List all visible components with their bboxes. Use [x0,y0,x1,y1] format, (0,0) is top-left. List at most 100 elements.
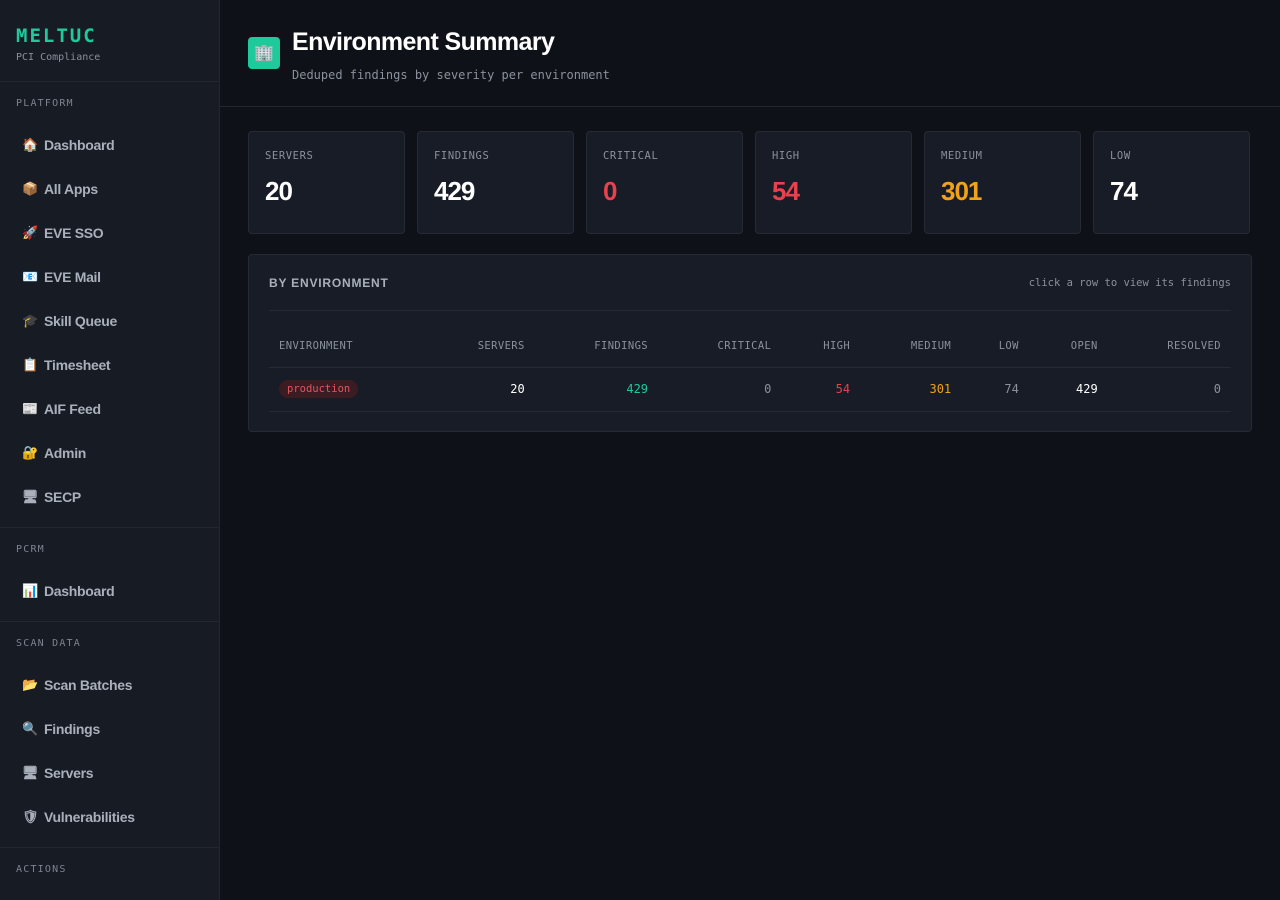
stat-value: 429 [434,176,475,206]
lock-key-icon: 🔐 [22,445,38,460]
cell-findings: 429 [534,367,659,412]
cell-open: 429 [1028,367,1108,412]
sidebar-item-label: Servers [44,765,94,781]
folder-icon: 📂 [22,677,38,692]
sidebar-item-timesheet[interactable]: 📋 Timesheet [0,343,219,387]
sidebar-item-aif-feed[interactable]: 📰 AIF Feed [0,387,219,431]
nav-section-actions: ACTIONS 👥Assignment [0,848,219,900]
stat-card-high: HIGH 54 [755,131,912,234]
table-row[interactable]: production 20 429 0 54 301 74 429 0 [269,367,1231,412]
sidebar-item-eve-mail[interactable]: 📧 EVE Mail [0,255,219,299]
col-critical[interactable]: CRITICAL [658,326,782,368]
col-servers[interactable]: SERVERS [410,326,535,368]
stat-card-critical: CRITICAL 0 [586,131,743,234]
col-environment[interactable]: ENVIRONMENT [269,326,411,368]
stat-label: HIGH [772,150,800,162]
stat-label: MEDIUM [941,150,983,162]
cell-environment: production [269,367,411,412]
brand: MELTUC PCI Compliance [0,0,219,82]
sidebar: MELTUC PCI Compliance PLATFORM 🏠 Dashboard… [0,0,220,900]
clipboard-icon: 📋 [22,357,38,372]
sidebar-item-secp[interactable]: 🖥 SECP [0,475,219,519]
col-high[interactable]: HIGH [781,326,861,368]
stat-value: 301 [941,176,982,206]
sidebar-item-vulnerabilities[interactable]: 🛡 Vulnerabilities [0,795,219,839]
main-content: 🏢 Environment Summary Deduped findings b… [220,0,1280,900]
cell-critical: 0 [658,367,782,412]
newspaper-icon: 📰 [22,401,38,416]
sidebar-item-label: Admin [44,445,87,461]
mail-icon: 📧 [22,269,38,284]
nav-section-heading: PLATFORM [16,98,74,109]
panel-hint: click a row to view its findings [1028,276,1231,289]
sidebar-item-admin[interactable]: 🔐 Admin [0,431,219,475]
sidebar-item-label: Skill Queue [44,313,117,329]
cell-low: 74 [961,367,1029,412]
stat-card-low: LOW 74 [1093,131,1250,234]
stat-label: FINDINGS [434,150,490,162]
stat-card-servers: SERVERS 20 [248,131,405,234]
stat-card-findings: FINDINGS 429 [417,131,574,234]
col-medium[interactable]: MEDIUM [860,326,962,368]
package-icon: 📦 [22,181,38,196]
col-low[interactable]: LOW [961,326,1029,368]
environment-panel: BY ENVIRONMENT click a row to view its f… [248,254,1252,432]
page-title: Environment Summary [292,28,555,56]
page-subtitle: Deduped findings by severity per environ… [292,68,610,82]
stat-card-medium: MEDIUM 301 [924,131,1081,234]
sidebar-item-dashboard[interactable]: 🏠 Dashboard [0,123,219,167]
nav-section-pcrm: PCRM 📊 Dashboard [0,528,219,622]
page-header: 🏢 Environment Summary Deduped findings b… [220,0,1280,107]
stat-label: LOW [1110,150,1131,162]
sidebar-item-skill-queue[interactable]: 🎓 Skill Queue [0,299,219,343]
sidebar-item-scan-batches[interactable]: 📂 Scan Batches [0,663,219,707]
table-header-row: ENVIRONMENT SERVERS FINDINGS CRITICAL HI… [269,326,1231,368]
sidebar-item-servers[interactable]: 🖥 Servers [0,751,219,795]
sidebar-item-dashboard[interactable]: 📊 Dashboard [0,569,219,613]
search-icon: 🔍 [22,721,38,736]
stat-value: 74 [1110,176,1138,206]
sidebar-item-label: EVE Mail [44,269,101,285]
panel-header: BY ENVIRONMENT click a row to view its f… [269,255,1231,311]
environment-badge: production [279,380,359,398]
stat-value: 0 [603,176,617,206]
sidebar-item-label: EVE SSO [44,225,104,241]
sidebar-item-label: Dashboard [44,583,115,599]
cell-medium: 301 [860,367,962,412]
panel-title: BY ENVIRONMENT [269,275,389,290]
col-open[interactable]: OPEN [1028,326,1108,368]
cell-high: 54 [781,367,861,412]
nav-section-heading: SCAN DATA [16,638,81,649]
stat-value: 20 [265,176,293,206]
sidebar-item-all-apps[interactable]: 📦 All Apps [0,167,219,211]
col-findings[interactable]: FINDINGS [534,326,659,368]
nav-section-platform: PLATFORM 🏠 Dashboard 📦 All Apps 🚀 EVE SSO 📧 EVE … [0,82,219,528]
cell-servers: 20 [410,367,535,412]
sidebar-item-label: SECP [44,489,81,505]
sidebar-item-label: AIF Feed [44,401,101,417]
brand-subtitle: PCI Compliance [16,52,101,63]
brand-name[interactable]: MELTUC [16,24,203,48]
sidebar-nav: PLATFORM 🏠 Dashboard 📦 All Apps 🚀 EVE SSO 📧 EVE … [0,82,219,900]
sidebar-item-eve-sso[interactable]: 🚀 EVE SSO [0,211,219,255]
sidebar-item-assignment[interactable]: 👥Assignment [0,889,219,900]
stat-value: 54 [772,176,800,206]
sidebar-item-label: Timesheet [44,357,111,373]
sidebar-item-label: All Apps [44,181,98,197]
bar-chart-icon: 📊 [22,583,38,598]
building-icon: 🏢 [248,37,280,69]
sidebar-item-findings[interactable]: 🔍 Findings [0,707,219,751]
sidebar-item-label: Vulnerabilities [44,809,135,825]
sidebar-item-label: Dashboard [44,137,115,153]
col-resolved[interactable]: RESOLVED [1107,326,1231,368]
nav-section-scan-data: SCAN DATA 📂 Scan Batches 🔍 Findings 🖥 Servers 🛡… [0,622,219,848]
monitor-icon: 🖥 [22,489,39,504]
monitor-icon: 🖥 [22,765,39,780]
sidebar-item-label: Scan Batches [44,677,133,693]
stat-cards: SERVERS 20 FINDINGS 429 CRITICAL 0 HIGH 54 MEDIU… [248,131,1250,234]
home-icon: 🏠 [22,137,38,152]
cell-resolved: 0 [1107,367,1231,412]
sidebar-item-label: Findings [44,721,100,737]
stat-label: SERVERS [265,150,314,162]
graduation-cap-icon: 🎓 [22,313,38,328]
